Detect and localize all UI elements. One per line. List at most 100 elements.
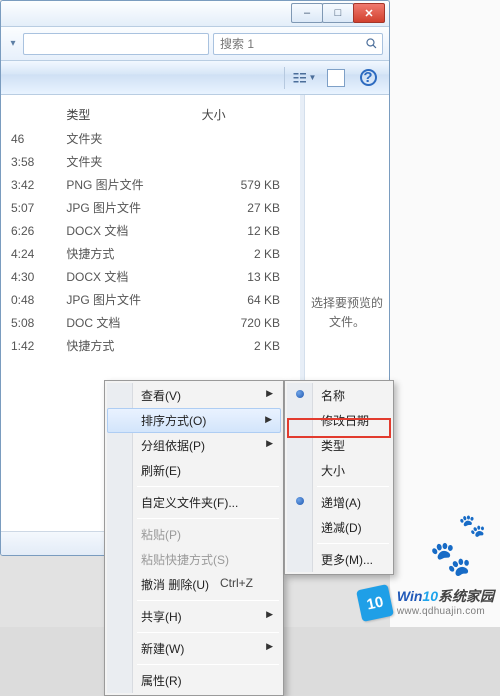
menu-label: 粘贴快捷方式(S) [141, 553, 229, 567]
history-dropdown[interactable]: ▾ [7, 35, 19, 53]
cell-size: 27 KB [192, 196, 290, 219]
bullet-icon [296, 497, 304, 505]
cell-size: 2 KB [192, 334, 290, 357]
menu-paste: 粘贴(P) [107, 522, 281, 547]
menu-label: 刷新(E) [141, 464, 181, 478]
watermark-cn: 系统家园 [438, 588, 494, 604]
menu-label: 自定义文件夹(F)... [141, 496, 238, 510]
help-button[interactable]: ? [355, 67, 381, 89]
sort-more[interactable]: 更多(M)... [287, 547, 391, 572]
menu-share[interactable]: 共享(H) ▶ [107, 604, 281, 629]
maximize-button[interactable]: □ [322, 3, 354, 23]
sort-type[interactable]: 类型 [287, 433, 391, 458]
minimize-button[interactable]: – [291, 3, 323, 23]
watermark-ten: 10 [422, 588, 438, 604]
watermark-win: Win [397, 588, 423, 604]
menu-separator [137, 518, 279, 519]
cell-type: JPG 图片文件 [56, 196, 191, 219]
cell-size: 12 KB [192, 219, 290, 242]
preview-pane-button[interactable] [323, 67, 349, 89]
column-header-size[interactable]: 大小 [192, 103, 290, 127]
cell-type: PNG 图片文件 [56, 173, 191, 196]
table-row[interactable]: 3:58文件夹 [1, 150, 290, 173]
titlebar[interactable]: – □ ✕ [1, 1, 389, 27]
cell-type: 文件夹 [56, 150, 191, 173]
menu-group[interactable]: 分组依据(P) ▶ [107, 433, 281, 458]
table-row[interactable]: 5:07JPG 图片文件27 KB [1, 196, 290, 219]
sort-date[interactable]: 修改日期 [287, 408, 391, 433]
column-header-time[interactable] [1, 103, 56, 127]
search-icon [365, 37, 378, 51]
table-row[interactable]: 3:42PNG 图片文件579 KB [1, 173, 290, 196]
table-row[interactable]: 4:24快捷方式2 KB [1, 242, 290, 265]
cell-time: 5:08 [1, 311, 56, 334]
menu-separator [137, 486, 279, 487]
cell-type: DOCX 文档 [56, 219, 191, 242]
column-header-row[interactable]: 类型 大小 [1, 103, 290, 127]
cell-type: DOC 文档 [56, 311, 191, 334]
cell-time: 4:30 [1, 265, 56, 288]
table-row[interactable]: 0:48JPG 图片文件64 KB [1, 288, 290, 311]
submenu-arrow-icon: ▶ [266, 609, 273, 620]
menu-undo[interactable]: 撤消 删除(U) Ctrl+Z [107, 572, 281, 597]
menu-label: 递增(A) [321, 496, 361, 510]
address-bar[interactable] [23, 33, 209, 55]
sort-size[interactable]: 大小 [287, 458, 391, 483]
cell-type: 文件夹 [56, 127, 191, 151]
context-menu[interactable]: 查看(V) ▶ 排序方式(O) ▶ 分组依据(P) ▶ 刷新(E) 自定义文件夹… [104, 380, 284, 696]
column-header-type[interactable]: 类型 [56, 103, 191, 127]
command-bar: ▼ ? [1, 61, 389, 95]
submenu-arrow-icon: ▶ [266, 438, 273, 449]
table-row[interactable]: 5:08DOC 文档720 KB [1, 311, 290, 334]
cell-type: 快捷方式 [56, 334, 191, 357]
sort-name[interactable]: 名称 [287, 383, 391, 408]
help-icon: ? [360, 69, 377, 86]
menu-paste-shortcut: 粘贴快捷方式(S) [107, 547, 281, 572]
menu-customize[interactable]: 自定义文件夹(F)... [107, 490, 281, 515]
chevron-down-icon: ▾ [10, 38, 15, 49]
table-row[interactable]: 4:30DOCX 文档13 KB [1, 265, 290, 288]
cell-type: JPG 图片文件 [56, 288, 191, 311]
close-button[interactable]: ✕ [353, 3, 385, 23]
cell-time: 6:26 [1, 219, 56, 242]
watermark-text: Win10系统家园 www.qdhuajin.com [397, 588, 494, 618]
cell-time: 3:58 [1, 150, 56, 173]
menu-separator [317, 543, 389, 544]
cell-size: 2 KB [192, 242, 290, 265]
menu-separator [137, 664, 279, 665]
cell-size: 13 KB [192, 265, 290, 288]
menu-label: 修改日期 [321, 414, 369, 428]
table-row[interactable]: 46文件夹 [1, 127, 290, 151]
cell-time: 5:07 [1, 196, 56, 219]
menu-sort[interactable]: 排序方式(O) ▶ [107, 408, 281, 433]
search-input[interactable] [218, 36, 361, 52]
menu-label: 粘贴(P) [141, 528, 181, 542]
watermark: 10 Win10系统家园 www.qdhuajin.com [359, 587, 494, 619]
view-options-button[interactable]: ▼ [291, 67, 317, 89]
view-icon [292, 70, 308, 86]
sort-asc[interactable]: 递增(A) [287, 490, 391, 515]
table-row[interactable]: 6:26DOCX 文档12 KB [1, 219, 290, 242]
watermark-badge: 10 [356, 584, 394, 622]
cell-size [192, 150, 290, 173]
sort-desc[interactable]: 递减(D) [287, 515, 391, 540]
submenu-arrow-icon: ▶ [266, 388, 273, 399]
sort-submenu[interactable]: 名称 修改日期 类型 大小 递增(A) 递减(D) 更多(M)... [284, 380, 394, 575]
chevron-down-icon: ▼ [309, 73, 317, 82]
menu-view[interactable]: 查看(V) ▶ [107, 383, 281, 408]
menu-new[interactable]: 新建(W) ▶ [107, 636, 281, 661]
cell-time: 1:42 [1, 334, 56, 357]
table-row[interactable]: 1:42快捷方式2 KB [1, 334, 290, 357]
cell-type: DOCX 文档 [56, 265, 191, 288]
menu-refresh[interactable]: 刷新(E) [107, 458, 281, 483]
menu-label: 新建(W) [141, 642, 184, 656]
menu-label: 递减(D) [321, 521, 362, 535]
file-table: 类型 大小 46文件夹3:58文件夹3:42PNG 图片文件579 KB5:07… [1, 103, 290, 357]
search-box[interactable] [213, 33, 383, 55]
cell-size: 64 KB [192, 288, 290, 311]
menu-shortcut: Ctrl+Z [220, 576, 253, 590]
nav-toolbar: ▾ [1, 27, 389, 61]
menu-label: 排序方式(O) [141, 414, 206, 428]
menu-properties[interactable]: 属性(R) [107, 668, 281, 693]
toolbar-separator [284, 67, 285, 89]
